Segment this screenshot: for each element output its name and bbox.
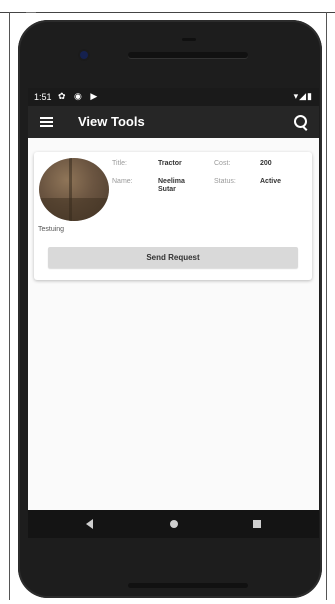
send-request-button[interactable]: Send Request bbox=[48, 247, 298, 268]
front-camera-icon bbox=[80, 51, 88, 59]
name-label: Name: bbox=[112, 178, 133, 185]
signal-battery-icons: ▾◢▮ bbox=[293, 91, 313, 101]
page-title: View Tools bbox=[78, 114, 145, 129]
tool-card: Title: Tractor Cost: 200 Name: Neelima S… bbox=[34, 152, 312, 280]
title-value: Tractor bbox=[158, 160, 182, 167]
recents-icon[interactable] bbox=[253, 520, 261, 528]
cost-value: 200 bbox=[260, 160, 272, 167]
status-label: Status: bbox=[214, 178, 236, 185]
search-icon[interactable] bbox=[294, 115, 307, 128]
status-time: 1:51 bbox=[34, 92, 52, 102]
android-navigation-bar bbox=[28, 510, 319, 538]
tool-image bbox=[39, 158, 109, 221]
cost-label: Cost: bbox=[214, 160, 231, 167]
app-screen: 1:51 ✿ ◉ ▶ ▾◢▮ View Tools Title: Tractor… bbox=[28, 88, 319, 510]
name-value-first: Neelima bbox=[158, 178, 185, 185]
phone-sensor bbox=[182, 38, 196, 41]
hamburger-menu-icon[interactable] bbox=[40, 117, 53, 127]
document-top-border bbox=[0, 0, 335, 13]
name-value-last: Sutar bbox=[158, 186, 176, 193]
document-left-border bbox=[9, 12, 10, 600]
notification-icons: ✿ ◉ ▶ bbox=[58, 91, 101, 101]
status-value: Active bbox=[260, 178, 282, 185]
status-bar: 1:51 ✿ ◉ ▶ ▾◢▮ bbox=[28, 88, 319, 106]
document-right-border bbox=[326, 12, 327, 600]
document-tick-mark bbox=[26, 12, 36, 13]
title-label: Title: bbox=[112, 160, 127, 167]
back-icon[interactable] bbox=[86, 519, 93, 529]
app-bar: View Tools bbox=[28, 106, 319, 138]
top-speaker-grille bbox=[128, 52, 248, 58]
tool-description: Testuing bbox=[38, 226, 65, 233]
bottom-speaker-grille bbox=[128, 583, 248, 588]
home-icon[interactable] bbox=[170, 520, 178, 528]
